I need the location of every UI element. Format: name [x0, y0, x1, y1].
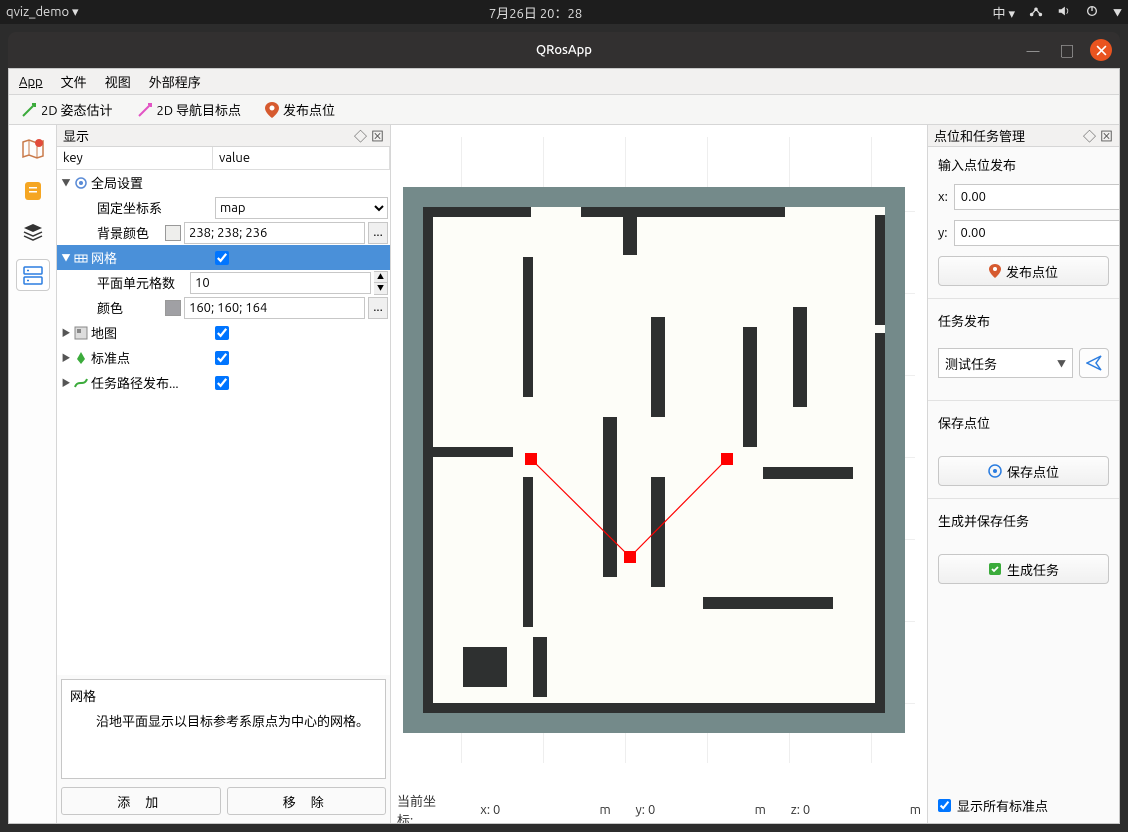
os-taskbar: qviz_demo ▾ 7月26日 20：28 中 ▾ ▼: [0, 0, 1128, 24]
marker-enable-checkbox[interactable]: [215, 351, 229, 365]
volume-icon[interactable]: [1057, 4, 1071, 21]
ime-indicator[interactable]: 中 ▾: [992, 3, 1015, 22]
map-canvas[interactable]: [403, 137, 915, 763]
display-panel: 显示 ◇⊠ keyvalue ▼全局设置 固定坐标系map 背景颜色... ▼网格…: [57, 125, 391, 823]
show-all-markers-label: 显示所有标准点: [957, 796, 1048, 815]
save-point-button[interactable]: 保存点位: [938, 456, 1109, 486]
tree-header-key: key: [57, 147, 213, 169]
publish-point-button[interactable]: 发布点位: [938, 256, 1109, 286]
menu-file[interactable]: 文件: [61, 72, 87, 91]
tree-bg-color[interactable]: 背景颜色...: [57, 220, 390, 245]
description-title: 网格: [70, 686, 377, 705]
tree-grid-cells[interactable]: 平面单元格数▲▼: [57, 270, 390, 295]
grid-color-swatch[interactable]: [165, 300, 181, 316]
grid-cells-spinner[interactable]: ▲▼: [374, 271, 388, 295]
activity-layers[interactable]: [16, 217, 50, 249]
toolbar: 2D 姿态估计 2D 导航目标点 发布点位: [9, 95, 1119, 125]
save-point-title: 保存点位: [938, 413, 1109, 432]
bg-color-swatch[interactable]: [165, 225, 181, 241]
tree-grid-color[interactable]: 颜色...: [57, 295, 390, 320]
grid-enable-checkbox[interactable]: [215, 251, 229, 265]
description-box: 网格 沿地平面显示以目标参考系原点为中心的网格。: [61, 679, 386, 779]
task-panel-title: 点位和任务管理: [934, 126, 1025, 145]
tree-fixed-frame[interactable]: 固定坐标系map: [57, 195, 390, 220]
tool-publish-point-label: 发布点位: [283, 100, 335, 119]
menu-view[interactable]: 视图: [105, 72, 131, 91]
network-icon[interactable]: [1029, 4, 1043, 21]
grid-cells-input[interactable]: [190, 272, 371, 294]
window-title: QRosApp: [8, 43, 1120, 57]
gen-task-title: 生成并保存任务: [938, 511, 1109, 530]
bg-color-input[interactable]: [184, 222, 365, 244]
tree-path[interactable]: ▶任务路径发布...: [57, 370, 390, 395]
status-bar: 当前坐标: x: 0 m y: 0 m z: 0 m: [391, 797, 927, 823]
tool-2d-pose-label: 2D 姿态估计: [41, 100, 113, 119]
activity-doc[interactable]: [16, 175, 50, 207]
task-panel: 点位和任务管理◇⊠ 输入点位发布 x:▲▼ y:▲▼ 发布点位 任务发布 测试任…: [927, 125, 1119, 823]
canvas-area: 当前坐标: x: 0 m y: 0 m z: 0 m: [391, 125, 927, 823]
activity-map[interactable]: [16, 133, 50, 165]
add-button[interactable]: 添 加: [61, 787, 221, 815]
dock-float-icon[interactable]: ◇: [1083, 126, 1096, 145]
close-button[interactable]: [1090, 39, 1112, 61]
tool-publish-point[interactable]: 发布点位: [261, 98, 339, 121]
grid-color-picker-button[interactable]: ...: [368, 297, 388, 319]
taskbar-app-menu[interactable]: qviz_demo ▾: [6, 5, 79, 20]
activity-tasks[interactable]: [16, 259, 50, 291]
maximize-button[interactable]: ▢: [1056, 39, 1078, 61]
task-publish-title: 任务发布: [938, 311, 1109, 330]
map-enable-checkbox[interactable]: [215, 326, 229, 340]
status-x: x: 0: [462, 803, 519, 817]
generate-task-button[interactable]: 生成任务: [938, 554, 1109, 584]
dock-close-icon[interactable]: ⊠: [1100, 126, 1113, 145]
tree-header-value: value: [213, 147, 390, 169]
fixed-frame-select[interactable]: map: [215, 197, 388, 219]
power-icon[interactable]: [1085, 4, 1099, 21]
display-tree[interactable]: keyvalue ▼全局设置 固定坐标系map 背景颜色... ▼网格 平面单元…: [57, 147, 390, 675]
activity-bar: [9, 125, 57, 823]
menu-app[interactable]: App: [19, 75, 43, 89]
dock-float-icon[interactable]: ◇: [354, 126, 367, 145]
remove-button[interactable]: 移 除: [227, 787, 387, 815]
y-label: y:: [938, 226, 948, 240]
menu-external[interactable]: 外部程序: [149, 72, 201, 91]
input-point-title: 输入点位发布: [938, 155, 1109, 174]
x-input[interactable]: [955, 185, 1119, 209]
window-titlebar[interactable]: QRosApp ─ ▢: [8, 32, 1120, 68]
show-all-markers-checkbox[interactable]: [938, 799, 951, 812]
tree-global-settings[interactable]: ▼全局设置: [57, 170, 390, 195]
send-task-button[interactable]: [1079, 348, 1109, 378]
taskbar-datetime[interactable]: 7月26日 20：28: [489, 7, 582, 21]
dropdown-icon[interactable]: ▼: [1113, 6, 1122, 19]
status-z: z: 0: [772, 803, 829, 817]
description-body: 沿地平面显示以目标参考系原点为中心的网格。: [70, 713, 377, 733]
dock-close-icon[interactable]: ⊠: [371, 126, 384, 145]
path-enable-checkbox[interactable]: [215, 376, 229, 390]
grid-color-input[interactable]: [184, 297, 365, 319]
tool-2d-goal[interactable]: 2D 导航目标点: [133, 98, 246, 121]
x-label: x:: [938, 190, 948, 204]
y-input[interactable]: [955, 221, 1120, 245]
tool-2d-pose[interactable]: 2D 姿态估计: [17, 98, 117, 121]
status-y: y: 0: [617, 803, 674, 817]
minimize-button[interactable]: ─: [1022, 39, 1044, 61]
tree-marker[interactable]: ▶标准点: [57, 345, 390, 370]
menubar: App 文件 视图 外部程序: [9, 69, 1119, 95]
tree-grid[interactable]: ▼网格: [57, 245, 390, 270]
display-panel-title: 显示: [63, 126, 89, 145]
tool-2d-goal-label: 2D 导航目标点: [157, 100, 242, 119]
task-select[interactable]: 测试任务▼: [938, 348, 1073, 378]
bg-color-picker-button[interactable]: ...: [368, 222, 388, 244]
tree-map[interactable]: ▶地图: [57, 320, 390, 345]
